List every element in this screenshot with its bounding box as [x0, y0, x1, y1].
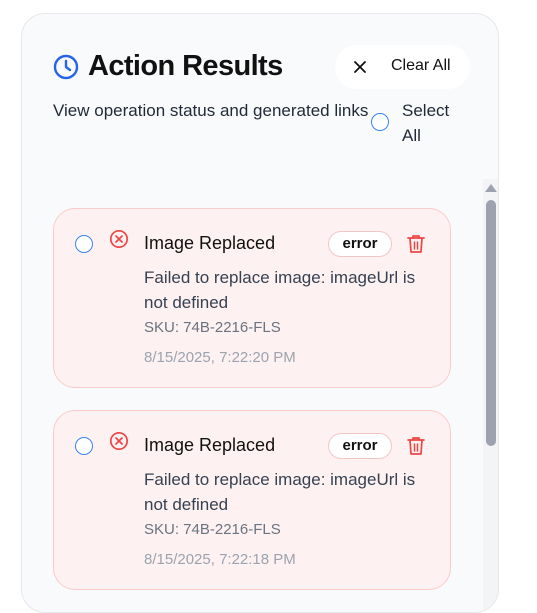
result-select-radio[interactable]: [75, 235, 93, 253]
page-title: Action Results: [88, 50, 283, 82]
close-icon: [354, 61, 366, 73]
result-select-radio[interactable]: [75, 437, 93, 455]
trash-icon[interactable]: [407, 436, 425, 456]
result-card: Image Replaced error Failed to replace i…: [53, 410, 451, 590]
page-subtitle: View operation status and generated link…: [53, 101, 369, 120]
status-badge: error: [328, 433, 392, 459]
error-circle-icon: [109, 431, 129, 451]
clear-all-button[interactable]: Clear All: [335, 45, 470, 89]
result-message: Failed to replace image: imageUrl is not…: [144, 268, 416, 312]
result-title: Image Replaced: [144, 233, 276, 253]
action-results-panel: Action Results Clear All View operation …: [21, 13, 499, 613]
result-timestamp: 8/15/2025, 7:22:20 PM: [144, 349, 296, 366]
error-circle-icon: [109, 229, 129, 249]
select-all-radio[interactable]: [371, 113, 389, 131]
trash-icon[interactable]: [407, 234, 425, 254]
select-all-label[interactable]: Select All: [402, 98, 462, 148]
result-title: Image Replaced: [144, 435, 276, 455]
result-card: Image Replaced error Failed to replace i…: [53, 208, 451, 388]
clear-all-label: Clear All: [391, 57, 451, 74]
scrollbar-thumb[interactable]: [486, 200, 496, 446]
status-badge: error: [328, 231, 392, 257]
result-message: Failed to replace image: imageUrl is not…: [144, 470, 416, 514]
scroll-up-arrow-icon[interactable]: [485, 184, 497, 192]
clock-icon: [53, 54, 79, 80]
result-sku: SKU: 74B-2216-FLS: [144, 521, 281, 538]
result-timestamp: 8/15/2025, 7:22:18 PM: [144, 551, 296, 568]
result-sku: SKU: 74B-2216-FLS: [144, 319, 281, 336]
